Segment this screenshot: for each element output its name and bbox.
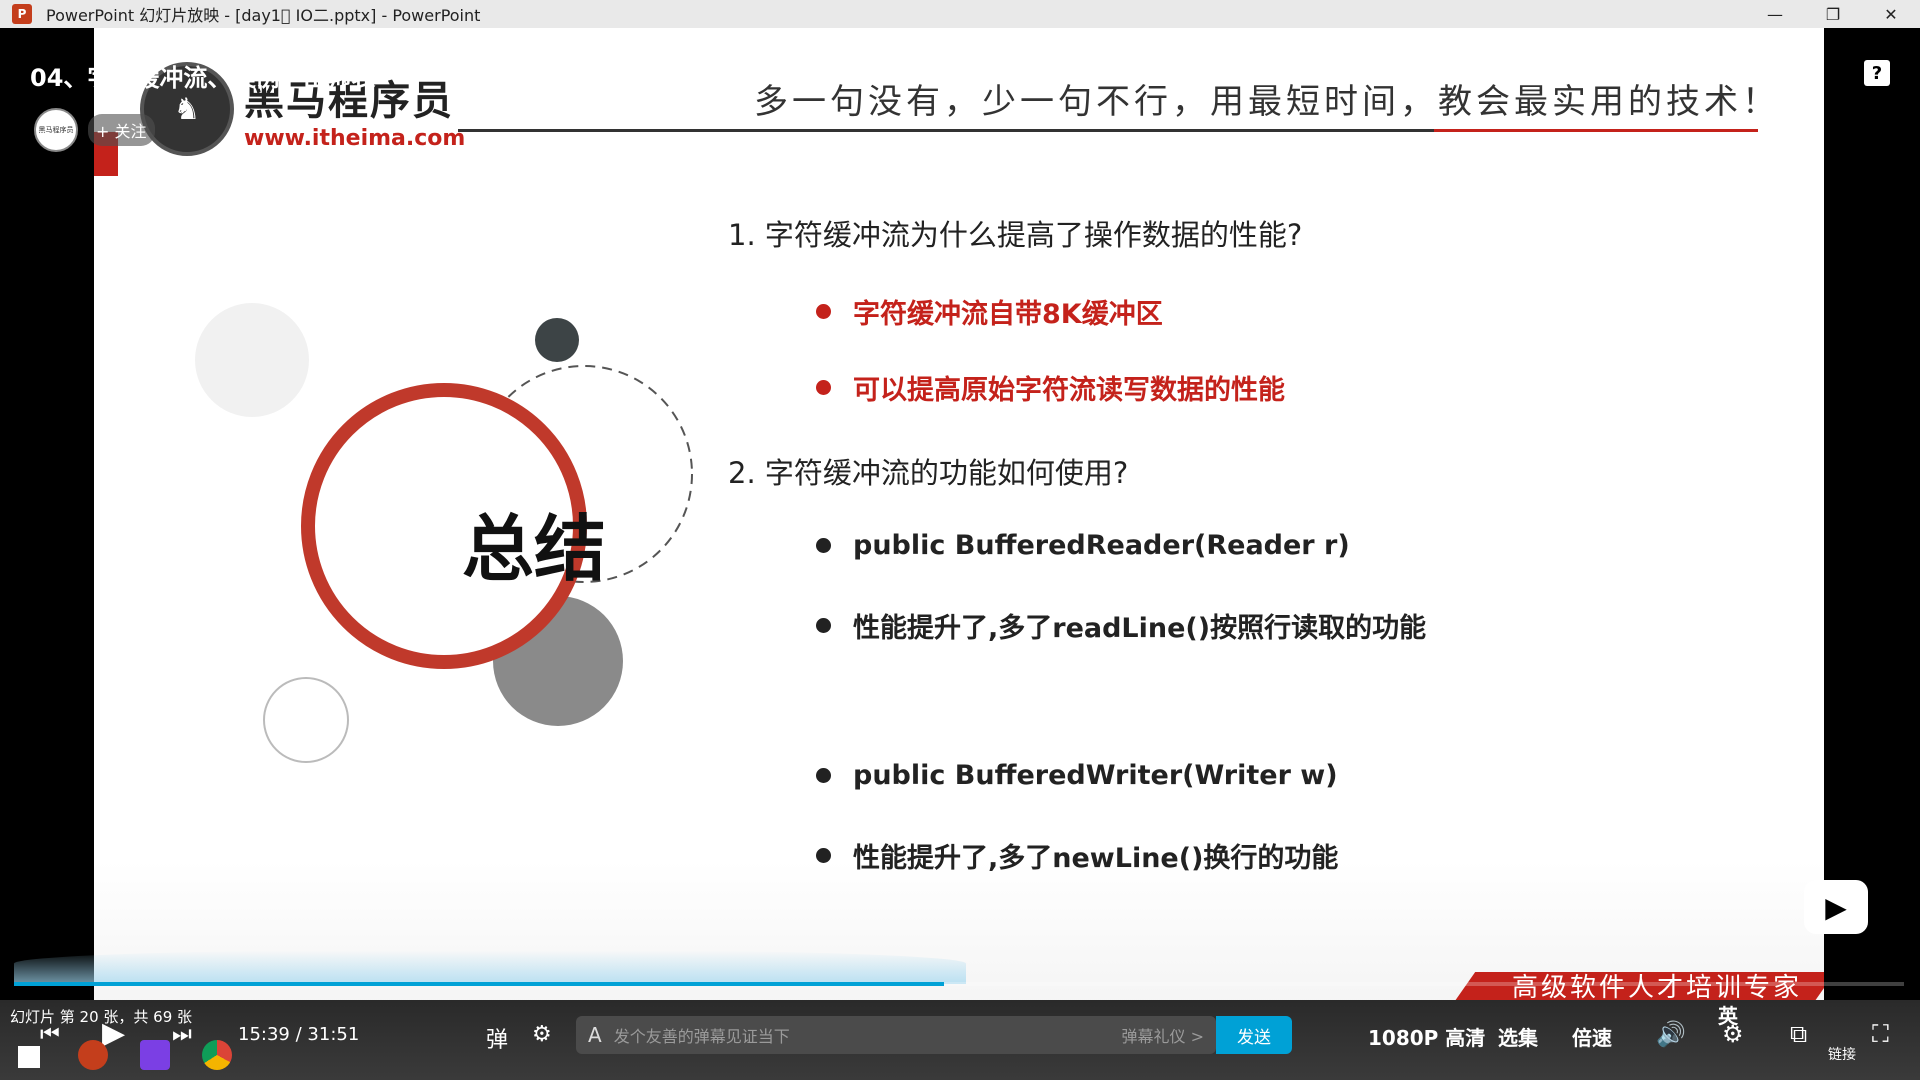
q2-bullet-4: 性能提升了,多了newLine()换行的功能 [816, 836, 1338, 875]
powerpoint-icon: P [12, 4, 32, 24]
bullet-text: 可以提高原始字符流读写数据的性能 [853, 375, 1285, 406]
time-display: 15:39 / 31:51 [238, 1024, 359, 1045]
slide-status: 幻灯片 第 20 张，共 69 张 [10, 1008, 193, 1026]
progress-bar[interactable] [14, 982, 1904, 986]
quality-button[interactable]: 1080P 高清 [1368, 1022, 1485, 1051]
bullet-text: public BufferedWriter(Writer w) [853, 760, 1338, 791]
window-title: PowerPoint 幻灯片放映 - [day1  IO二.pptx] - Po… [46, 6, 481, 25]
bullet-text: 性能提升了,多了readLine()按照行读取的功能 [853, 613, 1427, 644]
font-icon[interactable]: A [588, 1023, 602, 1047]
bullet-dot [816, 768, 831, 783]
windows-start-icon[interactable] [18, 1046, 40, 1068]
q2-bullet-2: 性能提升了,多了readLine()按照行读取的功能 [816, 606, 1426, 645]
q1-bullet-2: 可以提高原始字符流读写数据的性能 [816, 368, 1285, 407]
minimize-button[interactable]: — [1746, 0, 1804, 28]
progress-fill [14, 982, 944, 986]
window-titlebar: P PowerPoint 幻灯片放映 - [day1  IO二.pptx] - … [0, 0, 1920, 29]
fullscreen-icon[interactable]: ⛶ [1872, 1020, 1889, 1048]
intellij-taskbar-icon[interactable] [140, 1040, 170, 1070]
danmaku-input[interactable]: A 发个友善的弹幕见证当下 弹幕礼仪 > [576, 1016, 1216, 1054]
header-divider-accent [1434, 129, 1758, 132]
bullet-dot [816, 538, 831, 553]
danmaku-density-wave [14, 950, 966, 984]
q2-bullet-1: public BufferedReader(Reader r) [816, 530, 1350, 561]
pip-icon[interactable]: ⧉ [1790, 1020, 1807, 1048]
send-button[interactable]: 发送 [1216, 1016, 1292, 1054]
bullet-dot [816, 380, 831, 395]
avatar[interactable]: 黑马程序员 [34, 108, 78, 152]
danmaku-settings-icon[interactable]: ⚙ [532, 1022, 552, 1047]
next-icon[interactable]: ⏭ [172, 1022, 192, 1047]
danmaku-etiquette-link[interactable]: 弹幕礼仪 > [1122, 1023, 1205, 1047]
help-icon[interactable]: ? [1864, 60, 1890, 86]
video-title: 04、字符缓冲流、案例：出师表 [30, 64, 376, 92]
time-total: 31:51 [307, 1024, 360, 1045]
powerpoint-taskbar-icon[interactable] [78, 1040, 108, 1070]
close-button[interactable]: ✕ [1862, 0, 1920, 28]
bullet-dot [816, 618, 831, 633]
time-current: 15:39 [238, 1024, 290, 1045]
volume-icon[interactable]: 🔊 [1656, 1020, 1686, 1048]
outline-circle [263, 677, 349, 763]
light-gray-circle [195, 303, 309, 417]
bullet-text: 性能提升了,多了newLine()换行的功能 [853, 843, 1339, 874]
follow-widget[interactable]: 黑马程序员 + 关注 [34, 108, 155, 152]
bullet-text: public BufferedReader(Reader r) [853, 530, 1350, 561]
question-1: 1. 字符缓冲流为什么提高了操作数据的性能? [728, 218, 1303, 252]
restore-button[interactable]: ❐ [1804, 0, 1862, 28]
time-separator: / [295, 1024, 302, 1045]
danmaku-toggle-icon[interactable]: 弹 [486, 1022, 508, 1054]
speed-button[interactable]: 倍速 [1572, 1022, 1612, 1051]
follow-button[interactable]: + 关注 [88, 114, 155, 146]
slide: ♞ 黑马程序员 www.itheima.com 多一句没有，少一句不行，用最短时… [94, 28, 1824, 1008]
question-2: 2. 字符缓冲流的功能如何使用? [728, 456, 1129, 490]
slogan: 多一句没有，少一句不行，用最短时间，教会最实用的技术！ [754, 82, 1780, 122]
settings-icon[interactable]: ⚙ [1722, 1020, 1744, 1048]
logo-url: www.itheima.com [244, 125, 466, 151]
bullet-dot [816, 304, 831, 319]
episodes-button[interactable]: 选集 [1498, 1022, 1538, 1051]
q2-bullet-3: public BufferedWriter(Writer w) [816, 760, 1338, 791]
video-stage[interactable]: ♞ 黑马程序员 www.itheima.com 多一句没有，少一句不行，用最短时… [0, 28, 1920, 1008]
link-label[interactable]: 链接 [1828, 1044, 1856, 1064]
danmaku-placeholder: 发个友善的弹幕见证当下 [613, 1027, 790, 1046]
bilibili-tv-icon[interactable]: ▶ [1804, 880, 1868, 934]
bullet-text: 字符缓冲流自带8K缓冲区 [853, 299, 1163, 330]
chrome-taskbar-icon[interactable] [202, 1040, 232, 1070]
dark-dot [535, 318, 579, 362]
q1-bullet-1: 字符缓冲流自带8K缓冲区 [816, 292, 1163, 331]
bullet-dot [816, 848, 831, 863]
summary-title: 总结 [461, 507, 606, 591]
prev-icon[interactable]: ⏮ [40, 1022, 60, 1047]
